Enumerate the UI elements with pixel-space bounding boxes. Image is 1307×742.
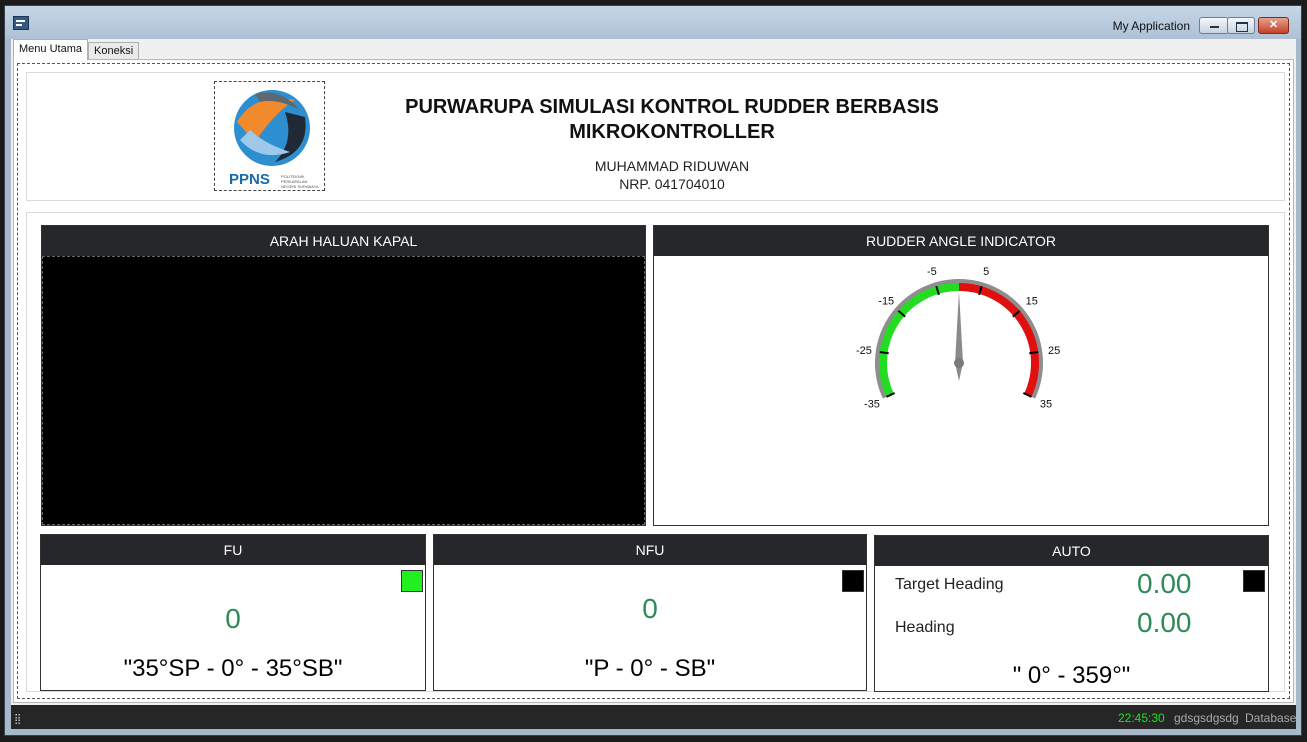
auto-range: " 0° - 359°"	[1012, 662, 1131, 689]
heading-value: 0.00	[1137, 607, 1192, 638]
gauge-port-band	[879, 283, 960, 397]
logo-subtext: POLITEKNIK PERKAPALAN NEGERI SURABAYA	[281, 174, 319, 189]
fu-range: "35°SP - 0° - 35°SB"	[123, 655, 343, 682]
window-title: My Application	[1112, 19, 1190, 33]
fu-value: 0	[225, 603, 241, 634]
title-bar[interactable]: My Application	[5, 6, 1301, 39]
nfu-title: NFU	[434, 535, 866, 565]
gauge-tick-label: 15	[1026, 295, 1038, 307]
author-info: MUHAMMAD RIDUWAN NRP. 041704010	[372, 157, 972, 193]
header-panel: PPNS POLITEKNIK PERKAPALAN NEGERI SURABA…	[26, 72, 1285, 201]
app-icon[interactable]	[13, 16, 29, 30]
tab-page-menu-utama: PPNS POLITEKNIK PERKAPALAN NEGERI SURABA…	[13, 59, 1294, 703]
tab-menu-utama[interactable]: Menu Utama	[13, 39, 88, 60]
author-nrp: NRP. 041704010	[619, 176, 725, 192]
title-line-1: PURWARUPA SIMULASI KONTROL RUDDER BERBAS…	[405, 96, 939, 118]
resize-grip-icon[interactable]: ⣿	[14, 714, 21, 725]
status-clock: 22:45:30	[1118, 711, 1165, 725]
heading-display	[42, 256, 645, 525]
page-title: PURWARUPA SIMULASI KONTROL RUDDER BERBAS…	[372, 95, 972, 145]
fu-title: FU	[41, 535, 425, 565]
tab-koneksi[interactable]: Koneksi	[88, 42, 140, 60]
nfu-panel: NFU 0 "P - 0° - SB"	[433, 534, 867, 691]
rudder-indicator-title: RUDDER ANGLE INDICATOR	[654, 226, 1268, 256]
fu-status-indicator	[401, 570, 423, 592]
tab-strip: Menu Utama Koneksi	[11, 39, 1296, 60]
gauge-tick-label: 35	[1040, 399, 1052, 411]
ppns-logo: PPNS POLITEKNIK PERKAPALAN NEGERI SURABA…	[214, 81, 325, 191]
author-name: MUHAMMAD RIDUWAN	[594, 158, 750, 174]
gauge-starboard-band	[958, 283, 1039, 397]
nfu-range: "P - 0° - SB"	[584, 655, 716, 682]
rudder-indicator-panel: RUDDER ANGLE INDICATOR -35 -25 -15 -5 5 15 25 3…	[653, 225, 1269, 526]
nfu-status-indicator	[842, 570, 864, 592]
status-text-1: gdsgsdgsdg	[1174, 711, 1239, 725]
gauge-tick	[879, 351, 889, 355]
nfu-value: 0	[642, 593, 658, 624]
status-text-2: Database	[1245, 711, 1297, 725]
auto-status-indicator	[1243, 570, 1265, 592]
arah-haluan-panel: ARAH HALUAN KAPAL	[41, 225, 646, 526]
maximize-button[interactable]	[1227, 17, 1255, 34]
target-heading-value: 0.00	[1137, 568, 1192, 599]
heading-label: Heading	[895, 619, 955, 636]
auto-panel: AUTO Target Heading 0.00 Heading 0.00 " …	[874, 535, 1269, 692]
status-bar: ⣿ 22:45:30 gdsgsdgsdg Database	[11, 705, 1296, 729]
minimize-button[interactable]	[1199, 17, 1229, 34]
target-heading-label: Target Heading	[895, 576, 1004, 593]
rudder-gauge: -35 -25 -15 -5 5 15 25 35	[856, 266, 1060, 411]
gauge-tick	[1029, 351, 1039, 355]
gauge-tick-label: -25	[856, 345, 872, 357]
gauge-tick-label: -35	[864, 399, 880, 411]
logo-text: PPNS	[229, 171, 270, 188]
close-button[interactable]	[1258, 17, 1289, 34]
gauge-tick-label: -15	[878, 295, 894, 307]
app-window: My Application Menu Utama Koneksi	[4, 5, 1302, 736]
gauge-tick-label: 25	[1048, 345, 1060, 357]
gauge-hub	[954, 358, 964, 368]
title-line-2: MIKROKONTROLLER	[569, 121, 775, 143]
fu-panel: FU 0 "35°SP - 0° - 35°SB"	[40, 534, 426, 691]
gauge-tick-label: 5	[983, 266, 989, 278]
client-area: Menu Utama Koneksi PPNS POLITEKNIK PERKA…	[11, 39, 1296, 705]
gauge-tick-label: -5	[927, 266, 937, 278]
auto-title: AUTO	[875, 536, 1268, 566]
arah-haluan-title: ARAH HALUAN KAPAL	[42, 226, 645, 256]
